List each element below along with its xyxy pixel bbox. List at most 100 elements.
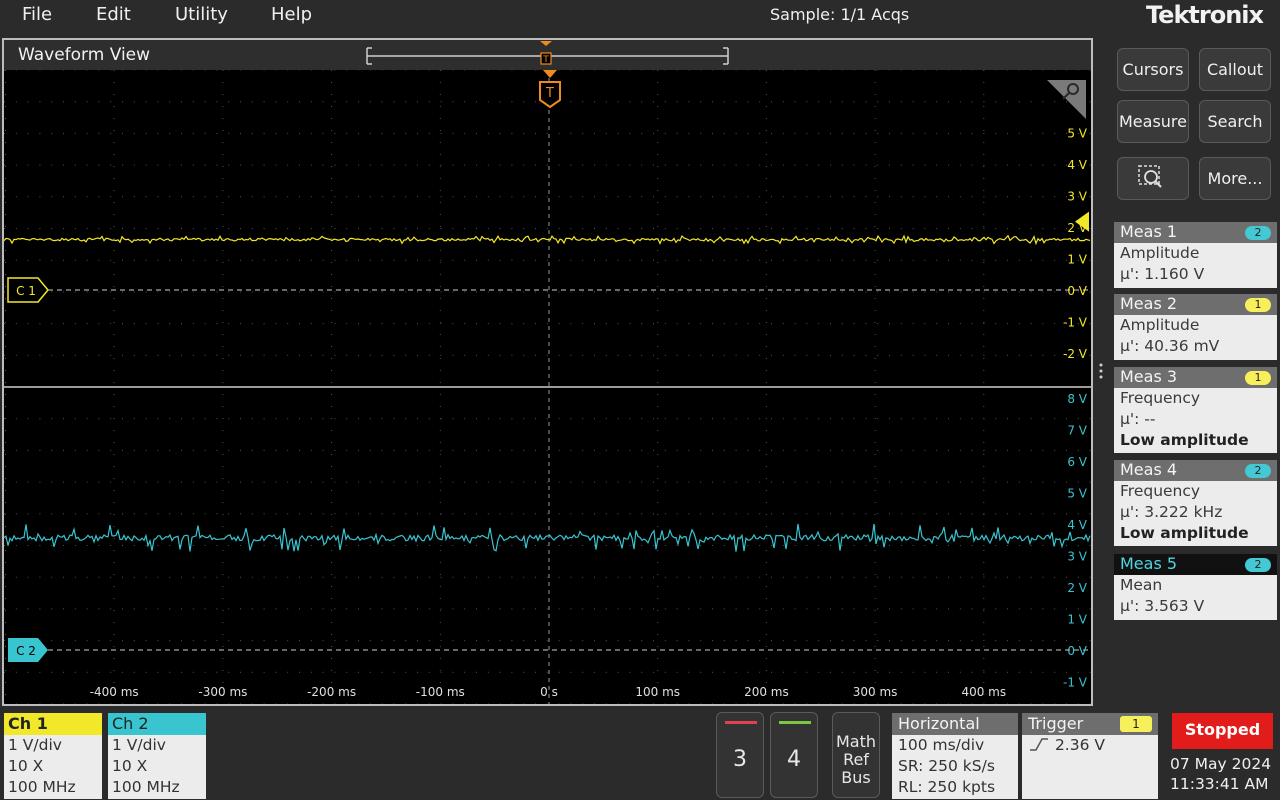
meas-2-header: Meas 21	[1114, 294, 1277, 315]
ch2-scale-label: 2 V	[1067, 581, 1087, 595]
math-label: Math	[835, 732, 877, 751]
ch1-label: Ch 1	[4, 713, 102, 735]
waveform-plot[interactable]: 5 V 4 V 3 V 2 V 1 V 0 V -1 V -2 V 8 V 7 V 6 V 5 V 4…	[4, 70, 1091, 704]
date: 07 May 2024	[1170, 755, 1272, 773]
meas-3-value: μ': --	[1120, 410, 1156, 428]
x-tick-label: 200 ms	[744, 685, 789, 699]
record-overview-bar[interactable]: T	[360, 40, 740, 68]
ch2-badge[interactable]: Ch 2 1 V/div 10 X 100 MHz	[108, 713, 206, 799]
svg-text:C 1: C 1	[16, 284, 36, 298]
x-tick-label: 0 s	[540, 685, 558, 699]
svg-text:C 2: C 2	[16, 644, 36, 658]
time: 11:33:41 AM	[1170, 775, 1269, 793]
trigger-marker-label: T	[545, 86, 554, 101]
run-stop-status[interactable]: Stopped	[1172, 713, 1273, 749]
x-tick-label: 100 ms	[635, 685, 680, 699]
panel-resize-handle[interactable]	[1098, 362, 1104, 382]
meas-2-type: Amplitude	[1120, 316, 1200, 334]
ch1-scale-label: 1 V	[1067, 253, 1087, 267]
ch2-probe: 10 X	[112, 757, 148, 775]
menu-utility[interactable]: Utility	[175, 4, 228, 25]
ch4-button[interactable]: 4	[770, 712, 818, 798]
ch2-scale-label: -1 V	[1063, 676, 1088, 690]
trigger-label: Trigger 1	[1022, 713, 1158, 735]
trigger-badge[interactable]: Trigger 1 2.36 V	[1022, 713, 1158, 799]
meas-4-type: Frequency	[1120, 482, 1201, 500]
ch1-scale-label: 0 V	[1067, 284, 1087, 298]
more-button[interactable]: More...	[1199, 157, 1271, 200]
math-ref-bus-button[interactable]: Math Ref Bus	[832, 712, 880, 798]
ch1-scale-label: -1 V	[1063, 316, 1088, 330]
waveform-view[interactable]: Waveform View 5 V 4 V 3 V 2 V 1 V 0 V -1 V -2 V…	[2, 38, 1093, 706]
meas-4-badge[interactable]: Meas 42 Frequency μ': 3.222 kHz Low ampl…	[1114, 460, 1277, 546]
ch2-scale-label: 3 V	[1067, 550, 1087, 564]
meas-3-source-badge: 1	[1245, 371, 1271, 385]
meas-5-type: Mean	[1120, 576, 1163, 594]
ch1-scale-label: 5 V	[1067, 127, 1087, 141]
results-sidebar: Cursors Callout Measure Search More... M…	[1108, 38, 1280, 708]
meas-4-header: Meas 42	[1114, 460, 1277, 481]
menu-edit[interactable]: Edit	[96, 4, 131, 25]
ch4-color-bar	[779, 721, 811, 724]
ch3-color-bar	[725, 721, 757, 724]
ch2-scale: 1 V/div	[112, 736, 166, 754]
ch1-scale: 1 V/div	[8, 736, 62, 754]
horizontal-scale: -400 ms -300 ms -200 ms -100 ms 0 s 100 ms 200…	[90, 685, 1006, 699]
waveform-view-title: Waveform View	[18, 45, 151, 65]
cursors-button[interactable]: Cursors	[1117, 48, 1189, 91]
ch4-label: 4	[787, 747, 801, 772]
ch2-scale-label: 5 V	[1067, 487, 1087, 501]
ch1-probe: 10 X	[8, 757, 44, 775]
ch1-scale-label: 3 V	[1067, 190, 1087, 204]
meas-4-source-badge: 2	[1245, 464, 1271, 478]
meas-4-warning: Low amplitude	[1120, 524, 1249, 542]
meas-5-header: Meas 52	[1114, 554, 1277, 575]
menu-file[interactable]: File	[22, 4, 52, 25]
ch2-label: Ch 2	[108, 713, 206, 735]
x-tick-label: 400 ms	[961, 685, 1006, 699]
zoom-button[interactable]	[1117, 157, 1189, 200]
meas-2-source-badge: 1	[1245, 298, 1271, 312]
callout-button[interactable]: Callout	[1199, 48, 1271, 91]
meas-1-source-badge: 2	[1245, 226, 1271, 240]
measure-button[interactable]: Measure	[1117, 100, 1189, 143]
ch2-scale-label: 6 V	[1067, 455, 1087, 469]
meas-4-value: μ': 3.222 kHz	[1120, 503, 1223, 521]
trigger-source-badge: 1	[1120, 716, 1152, 732]
menu-bar: File Edit Utility Help Sample: 1/1 Acqs …	[0, 0, 1280, 30]
ch1-badge[interactable]: Ch 1 1 V/div 10 X 100 MHz	[4, 713, 102, 799]
ch2-scale-label: 0 V	[1067, 644, 1087, 658]
ch3-button[interactable]: 3	[716, 712, 764, 798]
zoom-magnifier-icon	[1138, 165, 1162, 188]
meas-5-badge[interactable]: Meas 52 Mean μ': 3.563 V	[1114, 554, 1277, 620]
svg-text:T: T	[542, 55, 549, 65]
ch1-scale-label: -2 V	[1063, 347, 1088, 361]
x-tick-label: 300 ms	[853, 685, 898, 699]
meas-1-type: Amplitude	[1120, 244, 1200, 262]
horizontal-label: Horizontal	[892, 713, 1018, 735]
rising-edge-icon	[1030, 738, 1048, 751]
search-button[interactable]: Search	[1199, 100, 1271, 143]
meas-5-source-badge: 2	[1245, 558, 1271, 572]
acquisition-status: Sample: 1/1 Acqs	[770, 5, 910, 24]
meas-1-value: μ': 1.160 V	[1120, 265, 1205, 283]
meas-2-value: μ': 40.36 mV	[1120, 337, 1220, 355]
x-tick-label: -300 ms	[198, 685, 247, 699]
ch2-bandwidth: 100 MHz	[112, 778, 180, 796]
ch1-bandwidth: 100 MHz	[8, 778, 76, 796]
meas-2-badge[interactable]: Meas 21 Amplitude μ': 40.36 mV	[1114, 294, 1277, 360]
date-time: 07 May 2024 11:33:41 AM	[1170, 754, 1280, 794]
brand-logo: Tektronix	[1146, 1, 1264, 29]
meas-3-badge[interactable]: Meas 31 Frequency μ': -- Low amplitude	[1114, 367, 1277, 453]
ref-label: Ref	[843, 750, 869, 769]
meas-3-type: Frequency	[1120, 389, 1201, 407]
bus-label: Bus	[841, 768, 871, 787]
horizontal-scale-value: 100 ms/div	[898, 736, 985, 754]
meas-3-warning: Low amplitude	[1120, 431, 1249, 449]
horizontal-badge[interactable]: Horizontal 100 ms/div SR: 250 kS/s RL: 2…	[892, 713, 1018, 799]
ch2-scale-label: 7 V	[1067, 424, 1087, 438]
meas-1-badge[interactable]: Meas 12 Amplitude μ': 1.160 V	[1114, 222, 1277, 288]
ch1-scale-label: 4 V	[1067, 158, 1087, 172]
menu-help[interactable]: Help	[271, 4, 312, 25]
meas-3-header: Meas 31	[1114, 367, 1277, 388]
